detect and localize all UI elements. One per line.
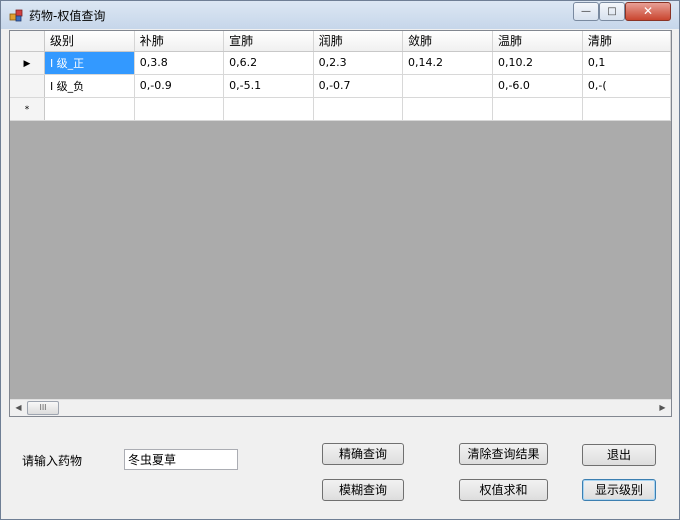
table-cell[interactable]: 0,-(: [582, 74, 671, 98]
new-row[interactable]: *: [10, 97, 671, 121]
show-level-button[interactable]: 显示级别: [582, 479, 656, 501]
table-cell[interactable]: 0,-0.9: [134, 74, 225, 98]
table-cell[interactable]: 0,1: [582, 51, 671, 75]
table-cell[interactable]: 0,3.8: [134, 51, 225, 75]
clear-results-button[interactable]: 清除查询结果: [459, 443, 548, 465]
table-cell[interactable]: [582, 97, 671, 121]
column-header[interactable]: 润肺: [313, 31, 404, 52]
table-cell[interactable]: 0,-0.7: [313, 74, 404, 98]
weight-sum-button[interactable]: 权值求和: [459, 479, 548, 501]
table-cell[interactable]: [402, 97, 493, 121]
column-header[interactable]: 敛肺: [402, 31, 493, 52]
column-header[interactable]: 补肺: [134, 31, 225, 52]
table-cell[interactable]: 0,6.2: [223, 51, 314, 75]
new-row-icon: *: [24, 105, 30, 115]
table-row[interactable]: I 级_负 0,-0.9 0,-5.1 0,-0.7 0,-6.0 0,-(: [10, 74, 671, 98]
table-cell[interactable]: 0,10.2: [492, 51, 583, 75]
title-bar: 药物-权值查询 — □ ✕: [1, 1, 679, 29]
results-table: 级别 补肺 宣肺 润肺 敛肺 温肺 清肺 ▶ I 级_正 0,3.8 0,6.2…: [10, 31, 671, 121]
exact-query-button[interactable]: 精确查询: [322, 443, 404, 465]
scroll-thumb[interactable]: III: [27, 401, 59, 415]
table-cell[interactable]: 0,2.3: [313, 51, 404, 75]
header-row: 级别 补肺 宣肺 润肺 敛肺 温肺 清肺: [10, 31, 671, 52]
table-cell[interactable]: [492, 97, 583, 121]
horizontal-scrollbar[interactable]: ◀ III ▶: [10, 399, 671, 416]
drug-input[interactable]: [124, 449, 238, 470]
row-header[interactable]: ▶: [10, 51, 45, 75]
data-grid[interactable]: 级别 补肺 宣肺 润肺 敛肺 温肺 清肺 ▶ I 级_正 0,3.8 0,6.2…: [9, 30, 672, 417]
close-button[interactable]: ✕: [625, 2, 671, 21]
table-cell[interactable]: [313, 97, 404, 121]
table-cell[interactable]: [223, 97, 314, 121]
drug-label: 请输入药物: [22, 454, 83, 468]
table-cell[interactable]: 0,14.2: [402, 51, 493, 75]
fuzzy-query-button[interactable]: 模糊查询: [322, 479, 404, 501]
scroll-right-icon[interactable]: ▶: [654, 400, 671, 416]
minimize-button[interactable]: —: [573, 2, 599, 21]
column-header[interactable]: 清肺: [582, 31, 671, 52]
table-cell[interactable]: [44, 97, 135, 121]
table-cell[interactable]: 0,-6.0: [492, 74, 583, 98]
exit-button[interactable]: 退出: [582, 444, 656, 466]
table-cell[interactable]: [134, 97, 225, 121]
window-title: 药物-权值查询: [29, 9, 106, 23]
column-header[interactable]: 宣肺: [223, 31, 314, 52]
corner-header[interactable]: [10, 31, 45, 52]
table-row[interactable]: ▶ I 级_正 0,3.8 0,6.2 0,2.3 0,14.2 0,10.2 …: [10, 51, 671, 75]
row-header[interactable]: *: [10, 97, 45, 121]
table-cell[interactable]: I 级_正: [44, 51, 135, 75]
current-row-icon: ▶: [23, 59, 31, 69]
table-cell[interactable]: I 级_负: [44, 74, 135, 98]
table-cell[interactable]: [402, 74, 493, 98]
row-header[interactable]: [10, 74, 45, 98]
column-header[interactable]: 级别: [44, 31, 135, 52]
column-header[interactable]: 温肺: [492, 31, 583, 52]
app-icon: [9, 9, 23, 22]
maximize-button[interactable]: □: [599, 2, 625, 21]
scroll-left-icon[interactable]: ◀: [10, 400, 27, 416]
table-cell[interactable]: 0,-5.1: [223, 74, 314, 98]
app-window: 药物-权值查询 — □ ✕ 级别 补肺 宣肺 润肺 敛肺 温肺 清肺 ▶ I 级…: [0, 0, 680, 520]
